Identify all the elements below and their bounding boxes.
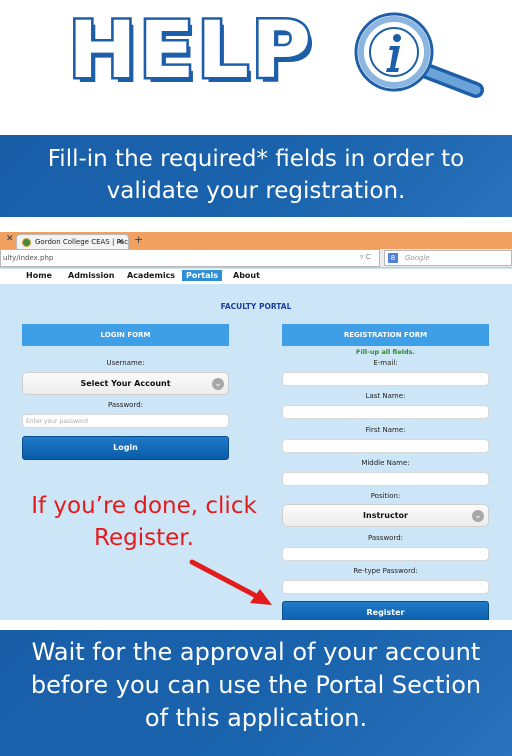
- last-name-label: Last Name:: [365, 392, 406, 400]
- last-name-field[interactable]: [282, 405, 489, 419]
- close-icon[interactable]: ✕: [6, 234, 14, 244]
- chevron-down-icon: ⌄: [212, 378, 224, 390]
- chevron-down-icon: ⌄: [472, 510, 484, 522]
- nav-academics[interactable]: Academics: [127, 271, 175, 280]
- reload-icon[interactable]: ▿ C: [360, 253, 371, 261]
- login-password-input[interactable]: Enter your password: [22, 414, 229, 428]
- position-select[interactable]: Instructor ⌄: [282, 504, 489, 527]
- instruction-banner-bottom: Wait for the approval of your account be…: [0, 630, 512, 756]
- help-title: HELP: [66, 6, 314, 96]
- nav-admission[interactable]: Admission: [68, 271, 114, 280]
- registration-form-heading: REGISTRATION FORM: [282, 324, 489, 346]
- site-nav: Home Admission Academics Portals About: [0, 269, 512, 284]
- account-select-value: Select Your Account: [80, 379, 171, 388]
- login-button[interactable]: Login: [22, 436, 229, 460]
- new-tab-icon[interactable]: +: [134, 233, 143, 246]
- instruction-line-2: validate your registration.: [106, 178, 406, 204]
- email-label: E-mail:: [373, 359, 398, 367]
- nav-portals[interactable]: Portals: [182, 270, 223, 281]
- search-engine-icon: 8: [388, 253, 398, 263]
- approval-line-2: before you can use the Portal Section: [30, 671, 482, 699]
- approval-line-3: of this application.: [144, 704, 368, 732]
- registration-hint: Fill-up all fields.: [356, 348, 415, 356]
- position-label: Position:: [370, 492, 401, 500]
- instruction-banner-top: Fill-in the required* fields in order to…: [0, 135, 512, 217]
- retype-password-label: Re-type Password:: [353, 567, 418, 575]
- reg-password-label: Password:: [367, 534, 404, 542]
- middle-name-field[interactable]: [282, 472, 489, 486]
- middle-name-label: Middle Name:: [361, 459, 410, 467]
- help-header: HELP: [0, 0, 512, 120]
- magnifier-info-icon: [354, 12, 484, 98]
- red-arrow-icon: [189, 559, 272, 605]
- position-select-value: Instructor: [363, 511, 408, 520]
- page-title: FACULTY PORTAL: [220, 302, 292, 311]
- first-name-field[interactable]: [282, 439, 489, 453]
- register-button[interactable]: Register: [282, 601, 489, 620]
- tab-title: Gordon College CEAS | Fac...: [35, 238, 129, 246]
- register-annotation: If you’re done, click Register.: [4, 490, 284, 554]
- address-toolbar: ulty/index.php ▿ C 8 Google: [0, 249, 512, 268]
- retype-password-field[interactable]: [282, 580, 489, 594]
- help-infographic: HELP Fill-in the required* fields in ord…: [0, 0, 512, 756]
- annotation-line-1: If you’re done, click: [31, 493, 257, 519]
- account-select[interactable]: Select Your Account ⌄: [22, 372, 229, 395]
- email-field[interactable]: [282, 372, 489, 386]
- annotation-line-2: Register.: [94, 525, 194, 551]
- search-field[interactable]: 8 Google: [384, 250, 512, 266]
- tab-close-icon[interactable]: ✕: [117, 237, 124, 246]
- approval-line-1: Wait for the approval of your account: [31, 638, 481, 666]
- login-form-heading: LOGIN FORM: [22, 324, 229, 346]
- username-label: Username:: [106, 359, 145, 367]
- browser-tab[interactable]: Gordon College CEAS | Fac... ✕: [16, 234, 129, 249]
- instruction-line-1: Fill-in the required* fields in order to: [47, 146, 465, 172]
- tab-bar: ✕ Gordon College CEAS | Fac... ✕ +: [0, 232, 512, 249]
- password-label: Password:: [107, 401, 144, 409]
- url-field[interactable]: ulty/index.php: [0, 249, 380, 267]
- first-name-label: First Name:: [365, 426, 406, 434]
- search-placeholder: Google: [405, 254, 430, 262]
- reg-password-field[interactable]: [282, 547, 489, 561]
- nav-about[interactable]: About: [233, 271, 260, 280]
- college-logo-icon: [22, 238, 31, 247]
- nav-home[interactable]: Home: [26, 271, 52, 280]
